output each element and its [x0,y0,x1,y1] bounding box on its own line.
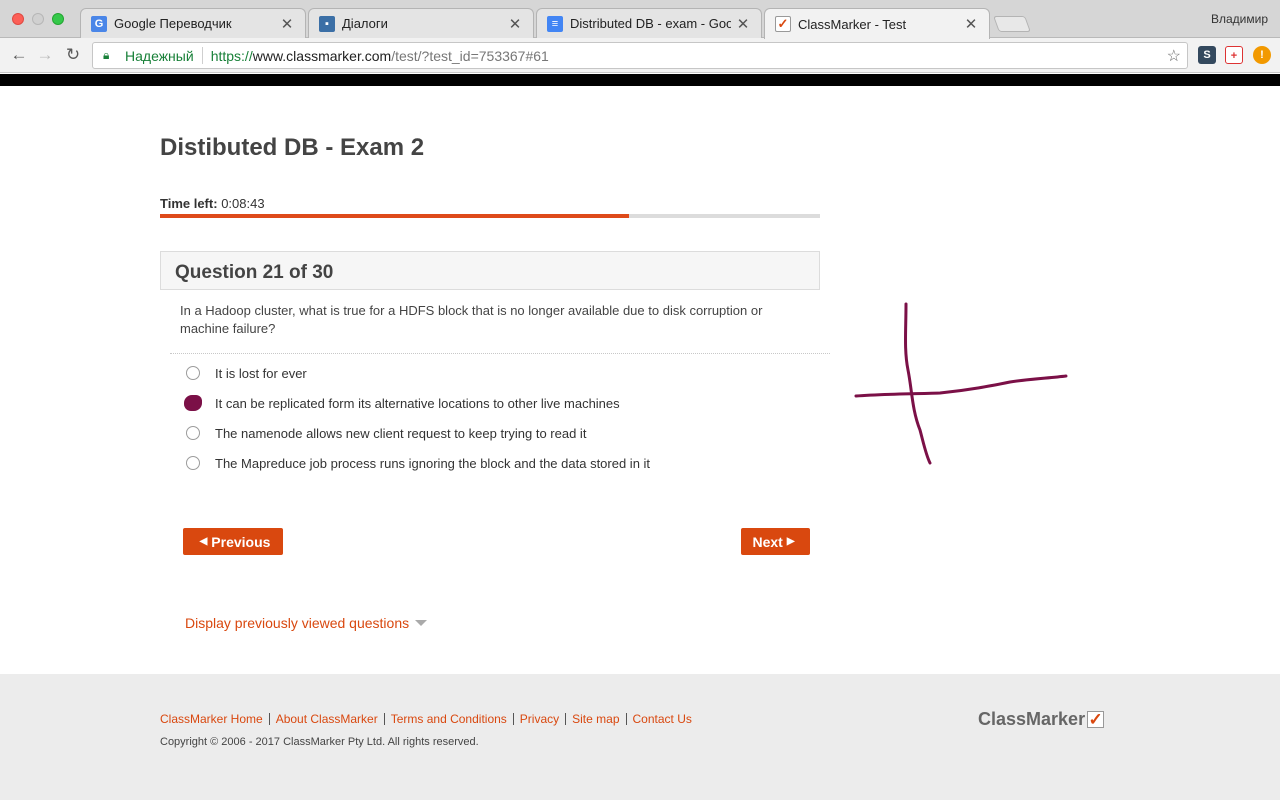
answer-radio[interactable] [184,395,202,411]
site-header-bar [0,74,1280,86]
bookmark-star-icon[interactable]: ☆ [1167,46,1181,66]
answer-option[interactable]: The Mapreduce job process runs ignoring … [186,453,650,473]
answer-label[interactable]: The namenode allows new client request t… [215,426,586,441]
chevron-down-icon [415,620,428,626]
display-previous-label[interactable]: Display previously viewed questions [185,615,409,631]
next-label: Next [752,533,783,550]
browser-tab-dialogs[interactable]: ▪ Діалоги ✕ [308,8,534,38]
answer-option[interactable]: It can be replicated form its alternativ… [184,393,620,413]
back-arrow-icon[interactable]: ← [8,44,30,66]
browser-tab-classmarker[interactable]: ✓ ClassMarker - Test ✕ [764,8,990,39]
tab-close-icon[interactable]: ✕ [279,15,295,33]
footer-link-about[interactable]: About ClassMarker [270,713,385,725]
window-maximize-button[interactable] [52,13,64,25]
tab-title: Google Переводчик [114,16,232,31]
lock-icon: 🔒︎ [103,48,110,62]
previous-button[interactable]: ◀ Previous [183,528,283,555]
footer-link-sitemap[interactable]: Site map [566,713,627,725]
new-tab-button[interactable] [993,16,1031,32]
answer-label[interactable]: It is lost for ever [215,366,307,381]
answer-radio[interactable] [186,456,200,470]
time-progress-fill [160,214,629,218]
divider [201,47,203,64]
browser-tab-docs[interactable]: ≡ Distributed DB - exam - Googl ✕ [536,8,762,38]
footer-link-privacy[interactable]: Privacy [514,713,567,725]
answer-radio[interactable] [186,426,200,440]
answer-label[interactable]: It can be replicated form its alternativ… [215,396,620,411]
next-button[interactable]: Next ▶ [741,528,810,555]
tab-title: ClassMarker - Test [798,16,907,32]
tab-close-icon[interactable]: ✕ [963,15,979,33]
answer-radio[interactable] [186,366,200,380]
time-left-value: 0:08:43 [221,196,265,211]
checkmark-icon: ✓ [1087,710,1105,729]
hand-drawn-cross-annotation [854,302,1068,465]
profile-name[interactable]: Владимир [1211,12,1268,26]
caret-left-icon: ◀ [199,536,208,547]
window-close-button[interactable] [12,13,24,25]
tab-close-icon[interactable]: ✕ [735,15,751,33]
page-footer: ClassMarker Home About ClassMarker Terms… [0,674,1280,800]
footer-link-home[interactable]: ClassMarker Home [160,713,270,725]
divider [170,353,830,354]
display-previous-questions-link[interactable]: Display previously viewed questions [185,615,428,631]
tab-close-icon[interactable]: ✕ [507,15,523,33]
time-left-label: Time left: [160,196,218,211]
time-left: Time left: 0:08:43 [160,196,265,211]
previous-label: Previous [211,533,271,550]
answer-option[interactable]: It is lost for ever [186,363,307,383]
caret-right-icon: ▶ [786,536,795,547]
tab-title: Distributed DB - exam - Googl [570,16,731,31]
footer-links: ClassMarker Home About ClassMarker Terms… [160,713,698,725]
address-bar[interactable]: 🔒︎ Надежный https://www.classmarker.com /… [92,42,1188,69]
footer-link-terms[interactable]: Terms and Conditions [385,713,514,725]
exam-title: Distibuted DB - Exam 2 [160,134,425,161]
browser-toolbar: ← → ↻ 🔒︎ Надежный https://www.classmarke… [0,38,1280,73]
browser-tab-strip: G Google Переводчик ✕ ▪ Діалоги ✕ ≡ Dist… [0,0,1280,39]
google-translate-icon: G [91,15,107,32]
classmarker-logo[interactable]: ClassMarker ✓ [978,709,1105,730]
alert-icon[interactable]: ! [1253,46,1271,64]
logo-text: ClassMarker [978,709,1086,729]
time-progress-bar [160,214,820,218]
copyright-text: Copyright © 2006 - 2017 ClassMarker Pty … [160,736,479,748]
extension-plus-icon[interactable]: + [1225,46,1243,64]
window-minimize-button[interactable] [32,13,44,25]
tab-title: Діалоги [342,16,388,31]
url-host: www.classmarker.com [252,47,392,64]
docs-icon: ≡ [547,15,563,32]
browser-tab-google-translate[interactable]: G Google Переводчик ✕ [80,8,306,38]
answer-option[interactable]: The namenode allows new client request t… [186,423,586,443]
classmarker-icon: ✓ [775,16,791,32]
reload-icon[interactable]: ↻ [62,44,84,66]
chat-icon: ▪ [319,15,335,32]
answer-label[interactable]: The Mapreduce job process runs ignoring … [215,456,650,471]
footer-link-contact[interactable]: Contact Us [627,713,698,725]
question-header-box: Question 21 of 30 [160,251,820,290]
extension-icon[interactable]: S [1198,46,1216,64]
security-label: Надежный [125,47,194,64]
question-number: Question 21 of 30 [175,262,334,283]
question-text: In a Hadoop cluster, what is true for a … [180,303,763,336]
forward-arrow-icon[interactable]: → [34,44,56,66]
url-scheme: https:// [210,47,253,64]
url-path: /test/?test_id=753367#61 [391,47,549,64]
